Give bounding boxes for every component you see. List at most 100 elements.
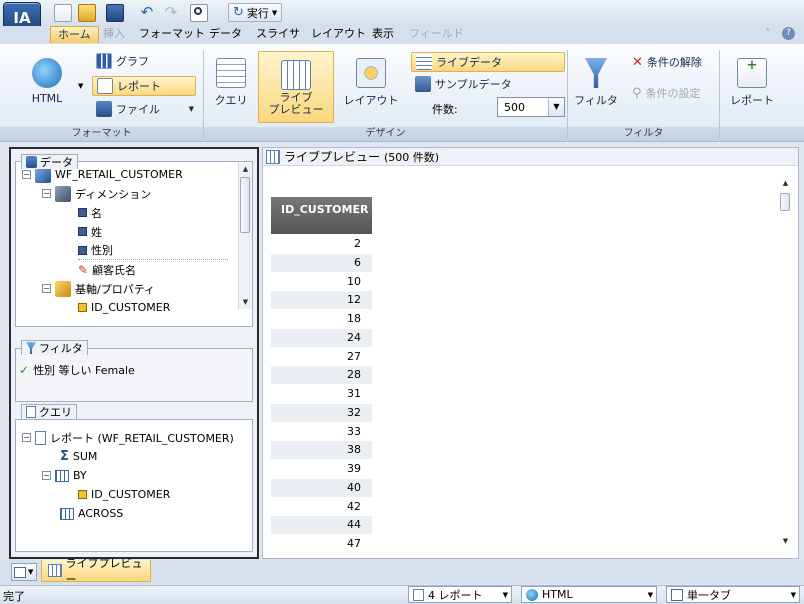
report-icon	[413, 588, 424, 601]
layout-button[interactable]: レイアウト	[343, 58, 399, 108]
query-item[interactable]: ID_CUSTOMER	[78, 485, 170, 504]
tab-insert[interactable]: 挿入	[96, 26, 132, 43]
table-cell: 24	[271, 328, 372, 347]
grid-icon	[55, 469, 69, 482]
table-cell: 6	[271, 253, 372, 272]
new-report-button[interactable]: + レポート	[724, 58, 780, 108]
chevron-down-icon[interactable]: ▼	[548, 98, 564, 116]
tree-item[interactable]: 性別	[78, 241, 228, 260]
help-icon[interactable]: ?	[782, 27, 795, 40]
query-panel: − レポート (WF_RETAIL_CUSTOMER) Σ SUM − BY ID_C…	[15, 419, 253, 552]
file-button[interactable]: ファイル ▼	[92, 99, 196, 119]
run-icon: ↻	[233, 5, 244, 20]
collapse-ribbon-icon[interactable]: ˄	[765, 28, 770, 39]
status-text: 完了	[3, 590, 25, 603]
query-button[interactable]: クエリ	[208, 58, 254, 108]
undo-icon[interactable]: ↶	[138, 4, 156, 22]
collapse-icon[interactable]: −	[42, 189, 51, 198]
html-button[interactable]: HTML	[20, 58, 74, 105]
query-icon	[216, 58, 246, 88]
query-item-label: ID_CUSTOMER	[91, 488, 171, 501]
table-cell: 40	[271, 478, 372, 497]
tree-item-label: 姓	[91, 225, 102, 239]
table-cell: 32	[271, 403, 372, 422]
window-list-button[interactable]: ▼	[11, 563, 37, 581]
live-preview-button[interactable]: ライブ プレビュー	[258, 51, 334, 123]
tab-label: 表示	[372, 27, 394, 40]
tree-item[interactable]: − ディメンション	[42, 184, 151, 203]
graph-button[interactable]: グラフ	[92, 51, 153, 71]
table-cell: 47	[347, 537, 361, 550]
collapse-icon[interactable]: −	[42, 284, 51, 293]
tab-field[interactable]: フィールド	[402, 26, 471, 43]
live-preview-icon	[48, 564, 62, 577]
tab-format[interactable]: フォーマット	[132, 26, 212, 43]
preview-scrollbar[interactable]: ▲ ▼	[779, 177, 793, 549]
clear-filter-button[interactable]: ✕ 条件の解除	[628, 52, 706, 72]
tab-slicer[interactable]: スライサ	[249, 26, 307, 43]
run-button[interactable]: ↻ 実行 ▼	[228, 3, 283, 22]
tab-view[interactable]: 表示	[365, 26, 401, 43]
tree-item[interactable]: 名	[78, 203, 102, 222]
scroll-up-icon[interactable]: ▲	[240, 164, 251, 175]
live-data-button[interactable]: ライブデータ	[411, 52, 565, 72]
database-icon	[96, 101, 112, 117]
scroll-up-icon[interactable]: ▲	[780, 178, 791, 189]
new-report-label: レポート	[730, 94, 774, 107]
count-select[interactable]: 500 ▼	[497, 97, 565, 117]
scroll-down-icon[interactable]: ▼	[780, 536, 791, 547]
tab-home[interactable]: ホーム	[50, 26, 99, 43]
tab-mode-dropdown[interactable]: 単一タブ ▼	[666, 586, 800, 603]
scroll-down-icon[interactable]: ▼	[240, 297, 251, 308]
report-icon	[35, 430, 46, 445]
query-item[interactable]: − レポート (WF_RETAIL_CUSTOMER)	[22, 428, 234, 447]
run-label: 実行	[246, 6, 269, 20]
tab-label: フォーマット	[139, 27, 205, 40]
query-item[interactable]: − BY	[42, 466, 87, 485]
report-format-button[interactable]: レポート	[92, 76, 196, 96]
collapse-icon[interactable]: −	[22, 170, 31, 179]
tab-label: レイアウト	[311, 27, 366, 40]
property-icon	[55, 280, 71, 297]
scroll-thumb[interactable]	[240, 177, 250, 233]
filter-button[interactable]: フィルタ	[574, 58, 618, 108]
output-format-dropdown[interactable]: HTML ▼	[521, 586, 657, 603]
data-panel-scrollbar[interactable]: ▲ ▼	[238, 163, 252, 309]
redo-icon[interactable]: ↷	[162, 4, 180, 22]
tab-label: データ	[209, 27, 242, 40]
tab-layout[interactable]: レイアウト	[304, 26, 373, 43]
query-item[interactable]: ACROSS	[60, 504, 123, 523]
query-item[interactable]: Σ SUM	[60, 447, 97, 466]
chevron-down-icon: ▼	[188, 105, 194, 113]
print-preview-icon[interactable]	[190, 4, 208, 22]
tree-item-label: WF_RETAIL_CUSTOMER	[55, 168, 183, 181]
filter-condition[interactable]: ✓ 性別 等しい Female	[19, 360, 135, 379]
layout-label: レイアウト	[343, 94, 399, 107]
computed-field-icon: ✎	[78, 262, 89, 277]
count-label: 件数:	[432, 103, 458, 116]
tab-data[interactable]: データ	[202, 26, 249, 43]
collapse-icon[interactable]: −	[22, 433, 31, 442]
save-icon[interactable]	[106, 4, 124, 22]
column-header[interactable]: ID_CUSTOMER	[271, 197, 372, 234]
tree-item-label: 性別	[91, 244, 113, 257]
tree-item[interactable]: ID_CUSTOMER	[78, 298, 170, 317]
report-count-dropdown[interactable]: 4 レポート ▼	[408, 586, 512, 603]
collapse-icon[interactable]: −	[42, 471, 51, 480]
tab-label: ホーム	[58, 28, 91, 41]
group-design-label: デザイン	[365, 128, 406, 139]
tree-item[interactable]: 姓	[78, 222, 102, 241]
scroll-thumb[interactable]	[780, 193, 790, 211]
sample-data-button[interactable]: サンプルデータ	[411, 74, 516, 94]
filter-panel-title-label: フィルタ	[39, 342, 83, 355]
group-design: デザイン	[204, 127, 567, 141]
open-folder-icon[interactable]	[78, 4, 96, 22]
tree-item[interactable]: − 基軸/プロパティ	[42, 279, 155, 298]
database-icon	[26, 156, 37, 168]
filter-panel: ✓ 性別 等しい Female	[15, 348, 253, 402]
set-filter-button[interactable]: ⚲ 条件の設定	[628, 83, 705, 103]
new-document-icon[interactable]	[54, 4, 72, 22]
tree-item[interactable]: ✎ 顧客氏名	[78, 260, 136, 279]
tab-live-preview[interactable]: ライブプレビュー	[41, 557, 151, 586]
html-dropdown-icon[interactable]: ▼	[78, 82, 83, 90]
